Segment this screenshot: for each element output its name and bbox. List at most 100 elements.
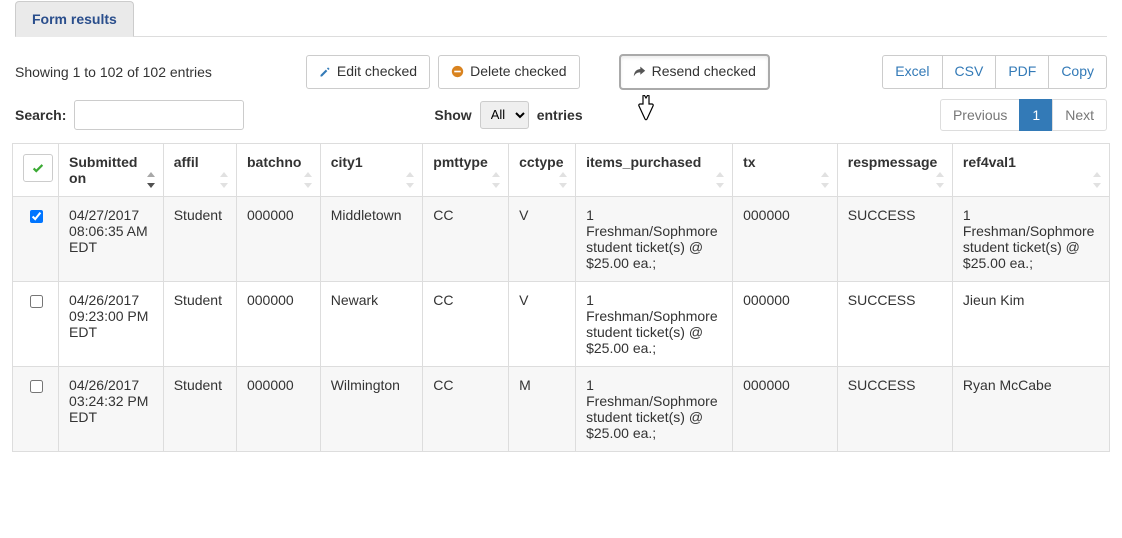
entries-per-page-select[interactable]: All (480, 101, 529, 129)
col-pmttype[interactable]: pmttype (423, 143, 509, 196)
row-checkbox[interactable] (30, 295, 43, 308)
col-label: batchno (247, 154, 301, 170)
col-checkbox (13, 143, 59, 196)
sort-icon (934, 172, 946, 188)
sort-icon (819, 172, 831, 188)
sort-icon (145, 172, 157, 188)
pagination-page-1[interactable]: 1 (1019, 99, 1053, 131)
cell-submitted-on: 04/26/2017 09:23:00 PM EDT (59, 281, 164, 366)
entries-summary: Showing 1 to 102 of 102 entries (15, 64, 212, 80)
table-row: 04/26/2017 03:24:32 PM EDTStudent000000W… (13, 366, 1110, 451)
cell-ref4val1: 1 Freshman/Sophmore student ticket(s) @ … (952, 196, 1109, 281)
cell-city1: Newark (320, 281, 423, 366)
edit-checked-label: Edit checked (337, 62, 417, 82)
tab-form-results[interactable]: Form results (15, 1, 134, 37)
check-all-button[interactable] (23, 154, 53, 182)
cell-batchno: 000000 (236, 281, 320, 366)
cell-submitted-on: 04/27/2017 08:06:35 AM EDT (59, 196, 164, 281)
col-label: ref4val1 (963, 154, 1016, 170)
sort-icon (404, 172, 416, 188)
col-cctype[interactable]: cctype (509, 143, 576, 196)
cell-ref4val1: Ryan McCabe (952, 366, 1109, 451)
col-label: Submitted on (69, 154, 137, 186)
col-label: city1 (331, 154, 363, 170)
cell-batchno: 000000 (236, 366, 320, 451)
cell-cctype: M (509, 366, 576, 451)
table-row: 04/26/2017 09:23:00 PM EDTStudent000000N… (13, 281, 1110, 366)
cell-respmessage: SUCCESS (837, 281, 952, 366)
export-csv-label: CSV (955, 62, 984, 82)
col-tx[interactable]: tx (733, 143, 838, 196)
check-icon (31, 161, 45, 175)
sort-icon (218, 172, 230, 188)
cell-items-purchased: 1 Freshman/Sophmore student ticket(s) @ … (576, 196, 733, 281)
export-pdf-label: PDF (1008, 62, 1036, 82)
col-batchno[interactable]: batchno (236, 143, 320, 196)
col-label: respmessage (848, 154, 938, 170)
sort-icon (714, 172, 726, 188)
cell-city1: Wilmington (320, 366, 423, 451)
cell-tx: 000000 (733, 196, 838, 281)
pagination-previous-label: Previous (953, 107, 1007, 123)
export-pdf-button[interactable]: PDF (995, 55, 1049, 89)
resend-checked-button[interactable]: Resend checked (620, 55, 769, 89)
minus-circle-icon (451, 65, 464, 78)
results-table: Submitted on affil batchno city1 pmttype… (12, 143, 1110, 452)
cell-batchno: 000000 (236, 196, 320, 281)
export-excel-button[interactable]: Excel (882, 55, 942, 89)
pagination-next[interactable]: Next (1052, 99, 1107, 131)
show-label-after: entries (537, 107, 583, 123)
export-copy-button[interactable]: Copy (1048, 55, 1107, 89)
sort-icon (302, 172, 314, 188)
cell-ref4val1: Jieun Kim (952, 281, 1109, 366)
share-arrow-icon (633, 65, 646, 78)
cell-respmessage: SUCCESS (837, 366, 952, 451)
cell-cctype: V (509, 281, 576, 366)
cell-tx: 000000 (733, 366, 838, 451)
resend-checked-label: Resend checked (652, 62, 756, 82)
row-checkbox[interactable] (30, 380, 43, 393)
cell-pmttype: CC (423, 196, 509, 281)
pencil-icon (319, 66, 331, 78)
cell-city1: Middletown (320, 196, 423, 281)
cell-respmessage: SUCCESS (837, 196, 952, 281)
col-city1[interactable]: city1 (320, 143, 423, 196)
cell-items-purchased: 1 Freshman/Sophmore student ticket(s) @ … (576, 366, 733, 451)
col-label: pmttype (433, 154, 487, 170)
cell-tx: 000000 (733, 281, 838, 366)
col-affil[interactable]: affil (163, 143, 236, 196)
show-label-before: Show (434, 107, 471, 123)
export-button-group: Excel CSV PDF Copy (882, 55, 1107, 89)
edit-checked-button[interactable]: Edit checked (306, 55, 430, 89)
cell-cctype: V (509, 196, 576, 281)
search-input[interactable] (74, 100, 244, 130)
pagination-next-label: Next (1065, 107, 1094, 123)
delete-checked-label: Delete checked (470, 62, 567, 82)
export-csv-button[interactable]: CSV (942, 55, 997, 89)
cell-submitted-on: 04/26/2017 03:24:32 PM EDT (59, 366, 164, 451)
col-label: affil (174, 154, 199, 170)
pagination-previous[interactable]: Previous (940, 99, 1020, 131)
col-label: cctype (519, 154, 563, 170)
col-items-purchased[interactable]: items_purchased (576, 143, 733, 196)
table-row: 04/27/2017 08:06:35 AM EDTStudent000000M… (13, 196, 1110, 281)
row-checkbox[interactable] (30, 210, 43, 223)
tab-label: Form results (32, 11, 117, 27)
cell-checkbox (13, 366, 59, 451)
delete-checked-button[interactable]: Delete checked (438, 55, 580, 89)
cell-affil: Student (163, 196, 236, 281)
export-copy-label: Copy (1061, 62, 1094, 82)
pagination-page-label: 1 (1032, 107, 1040, 123)
sort-icon (490, 172, 502, 188)
pagination: Previous 1 Next (940, 99, 1107, 131)
cell-pmttype: CC (423, 366, 509, 451)
sort-icon (557, 172, 569, 188)
col-label: tx (743, 154, 755, 170)
col-ref4val1[interactable]: ref4val1 (952, 143, 1109, 196)
sort-icon (1091, 172, 1103, 188)
col-respmessage[interactable]: respmessage (837, 143, 952, 196)
export-excel-label: Excel (895, 62, 929, 82)
col-label: items_purchased (586, 154, 701, 170)
search-label: Search: (15, 107, 66, 123)
col-submitted-on[interactable]: Submitted on (59, 143, 164, 196)
